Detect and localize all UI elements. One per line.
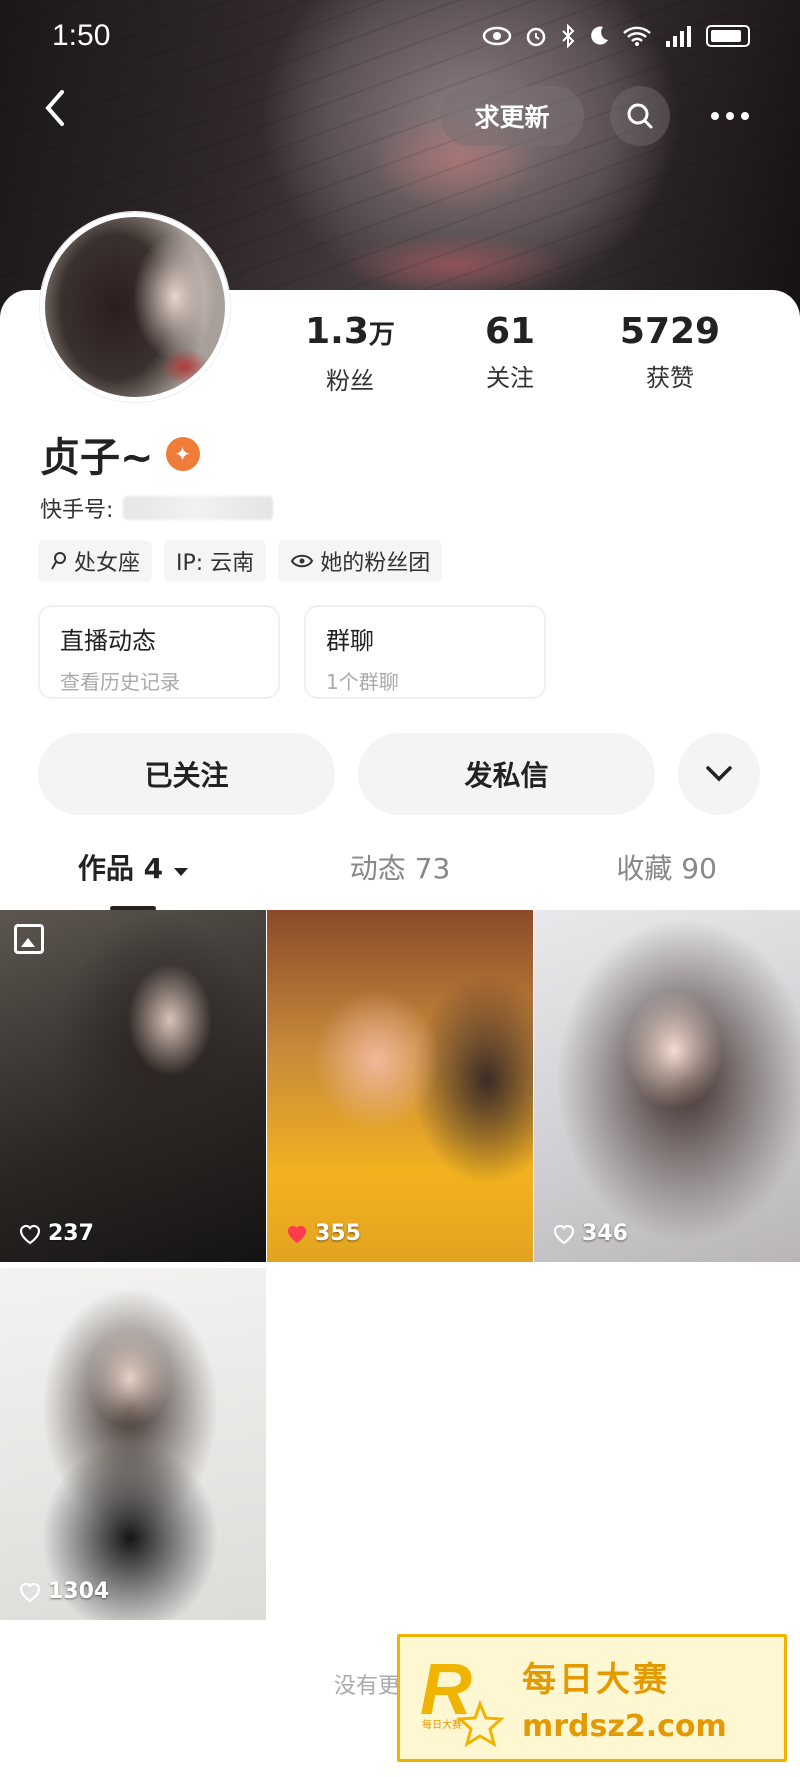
profile-tags: 处女座 IP: 云南 她的粉丝团 <box>38 540 443 582</box>
tile-like-count: 237 <box>18 1221 94 1246</box>
profile-actions: 已关注 发私信 <box>38 733 762 815</box>
tab-favorites[interactable]: 收藏 90 <box>533 845 800 905</box>
tab-favorites-label: 收藏 90 <box>616 852 717 885</box>
tag-fan-club[interactable]: 她的粉丝团 <box>278 540 443 582</box>
tile-like-value: 237 <box>48 1221 94 1246</box>
svg-text:每日大赛: 每日大赛 <box>422 1718 462 1731</box>
signal-icon <box>666 26 691 47</box>
tab-works-label: 作品 4 <box>77 852 164 885</box>
tile-like-count: 1304 <box>18 1579 109 1604</box>
heart-outline-icon <box>19 1224 41 1244</box>
tile-like-count: 355 <box>285 1221 361 1246</box>
expand-button[interactable] <box>678 733 760 815</box>
stat-likes-label: 获赞 <box>646 364 694 392</box>
feature-cards: 直播动态 查看历史记录 群聊 1个群聊 <box>38 605 546 699</box>
chevron-down-icon <box>706 766 732 782</box>
chevron-left-icon <box>45 90 64 126</box>
avatar[interactable] <box>40 212 230 402</box>
fan-club-icon <box>291 554 314 568</box>
live-history-subtitle: 查看历史记录 <box>60 670 180 694</box>
stat-followers-value: 1.3 <box>305 311 369 352</box>
tab-moments-label: 动态 73 <box>349 852 451 885</box>
work-tile[interactable]: 346 <box>534 910 800 1262</box>
battery-icon <box>706 25 750 47</box>
status-time: 1:50 <box>52 19 111 52</box>
profile-stats: 1.3万 粉丝 61 关注 5729 获赞 <box>270 310 750 400</box>
stat-likes-value: 5729 <box>619 311 721 352</box>
live-history-card[interactable]: 直播动态 查看历史记录 <box>38 605 280 699</box>
work-tile[interactable]: 1304 <box>0 1268 266 1620</box>
stat-following-value: 61 <box>484 311 536 352</box>
caret-down-icon <box>173 868 188 876</box>
stat-followers-unit: 万 <box>368 320 395 350</box>
wifi-icon <box>623 26 651 46</box>
more-options-button[interactable] <box>700 86 760 146</box>
tag-zodiac-label: 处女座 <box>74 551 141 576</box>
live-history-title: 直播动态 <box>60 627 156 655</box>
stat-following-label: 关注 <box>486 364 534 392</box>
status-bar: 1:50 <box>0 0 800 72</box>
tile-like-count: 346 <box>552 1221 628 1246</box>
stat-following[interactable]: 61 关注 <box>430 310 590 400</box>
work-tile[interactable]: 355 <box>267 910 533 1262</box>
followed-button[interactable]: 已关注 <box>38 733 335 815</box>
stat-likes[interactable]: 5729 获赞 <box>590 310 750 400</box>
top-bar: 求更新 <box>0 78 800 152</box>
watermark-logo-icon: R 每日大赛 <box>418 1648 508 1748</box>
heart-filled-icon <box>288 1225 306 1243</box>
work-tile[interactable]: 237 <box>0 910 266 1262</box>
tile-like-value: 346 <box>582 1221 628 1246</box>
watermark-url: mrdsz2.com <box>522 1709 727 1744</box>
request-update-button[interactable]: 求更新 <box>440 86 584 146</box>
name-row: 贞子~ ✦ <box>40 425 200 483</box>
group-chat-subtitle: 1个群聊 <box>326 670 399 694</box>
eye-icon <box>482 26 512 46</box>
tag-fan-club-label: 她的粉丝团 <box>320 551 431 576</box>
works-grid: 237 355 346 1304 <box>0 910 800 1620</box>
heart-outline-icon <box>19 1582 41 1602</box>
group-chat-title: 群聊 <box>326 627 374 655</box>
user-id-value-blurred <box>123 496 274 520</box>
zodiac-icon <box>51 552 66 570</box>
moon-icon <box>591 26 608 45</box>
user-id-row: 快手号: <box>40 492 274 524</box>
verified-badge-icon[interactable]: ✦ <box>165 437 200 471</box>
more-dots-icon <box>711 112 749 120</box>
heart-outline-icon <box>553 1224 575 1244</box>
stat-followers-label: 粉丝 <box>326 367 374 395</box>
tag-zodiac: 处女座 <box>38 540 153 582</box>
watermark-title: 每日大赛 <box>522 1660 670 1700</box>
tile-like-value: 1304 <box>48 1579 110 1604</box>
profile-name: 贞子~ <box>40 435 154 481</box>
image-icon <box>14 924 44 954</box>
search-icon <box>627 103 653 129</box>
status-icons <box>482 24 750 48</box>
bluetooth-icon <box>562 24 575 48</box>
search-button[interactable] <box>610 86 670 146</box>
tag-ip-label: IP: 云南 <box>176 551 255 576</box>
send-message-button[interactable]: 发私信 <box>358 733 655 815</box>
watermark-banner: R 每日大赛 每日大赛 mrdsz2.com <box>397 1634 787 1762</box>
back-button[interactable] <box>40 88 90 138</box>
user-id-label: 快手号: <box>40 498 114 523</box>
tab-works[interactable]: 作品 4 <box>0 845 267 911</box>
tag-ip-location: IP: 云南 <box>164 540 267 582</box>
content-tabs: 作品 4 动态 73 收藏 90 <box>0 845 800 911</box>
alarm-icon <box>526 27 546 47</box>
group-chat-card[interactable]: 群聊 1个群聊 <box>304 605 546 699</box>
tab-moments[interactable]: 动态 73 <box>267 845 534 905</box>
tile-like-value: 355 <box>315 1221 361 1246</box>
stat-followers[interactable]: 1.3万 粉丝 <box>270 310 430 400</box>
watermark-text: 每日大赛 mrdsz2.com <box>522 1652 727 1744</box>
